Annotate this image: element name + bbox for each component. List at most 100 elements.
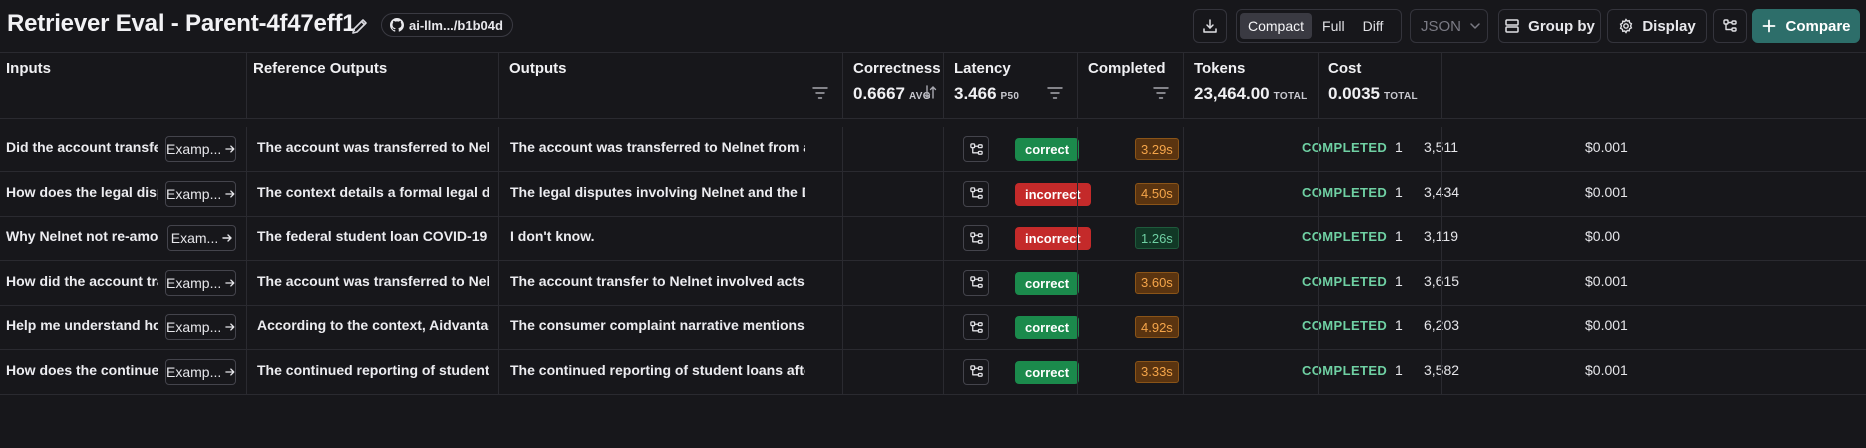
filter-icon[interactable]	[1153, 86, 1169, 100]
example-label: Examp...	[166, 141, 222, 157]
example-button[interactable]: Examp...	[165, 358, 236, 385]
output-cell[interactable]: The account was transferred to Nelnet fr…	[499, 127, 843, 171]
reference-output-cell[interactable]: The context details a formal legal dispu…	[247, 171, 499, 216]
latency-cell[interactable]	[944, 127, 1078, 171]
table-row[interactable]: Why Nelnet not re-amorti... Exam... The …	[0, 216, 1866, 261]
example-button[interactable]: Examp...	[165, 180, 236, 207]
correctness-avg: 0.6667 AVG	[853, 84, 931, 103]
output-cell[interactable]: The consumer complaint narrative mention…	[499, 305, 843, 349]
correctness-cell[interactable]	[843, 171, 944, 216]
correctness-cell[interactable]	[843, 260, 944, 305]
chevron-down-icon	[1470, 23, 1480, 29]
output-text: The account transfer to Nelnet involved …	[510, 272, 805, 289]
completed-cell[interactable]	[1078, 260, 1184, 305]
latency-cell[interactable]	[944, 171, 1078, 216]
column-header-latency[interactable]: Latency 3.466 P50	[944, 53, 1078, 119]
latency-cell[interactable]	[944, 216, 1078, 260]
view-mode-diff[interactable]: Diff	[1355, 13, 1392, 39]
display-label: Display	[1642, 17, 1696, 35]
column-label: Inputs	[6, 60, 51, 77]
cost-cell[interactable]	[1319, 171, 1442, 216]
correctness-cell[interactable]	[843, 349, 944, 394]
pencil-icon[interactable]	[350, 16, 370, 36]
column-header-reference-outputs[interactable]: Reference Outputs	[247, 53, 499, 119]
example-button[interactable]: Exam...	[167, 225, 236, 251]
filter-icon[interactable]	[812, 86, 828, 100]
arrow-right-icon	[222, 234, 232, 242]
correctness-cell[interactable]	[843, 216, 944, 260]
filter-icon[interactable]	[1047, 86, 1063, 100]
input-cell[interactable]: How does the legal dispu... Examp...	[0, 171, 247, 216]
download-button[interactable]	[1193, 9, 1227, 43]
completed-cell[interactable]	[1078, 349, 1184, 394]
column-header-completed[interactable]: Completed	[1078, 53, 1184, 119]
input-cell[interactable]: How does the continued ... Examp...	[0, 349, 247, 394]
table-row[interactable]: Did the account transfer ... Examp... Th…	[0, 127, 1866, 172]
completed-cell[interactable]	[1078, 127, 1184, 171]
cost-cell[interactable]	[1319, 260, 1442, 305]
latency-cell[interactable]	[944, 305, 1078, 349]
reference-output-cell[interactable]: The federal student loan COVID-19 forbea	[247, 216, 499, 260]
arrow-right-icon	[225, 189, 235, 198]
group-by-button[interactable]: Group by	[1498, 9, 1601, 43]
example-button[interactable]: Examp...	[165, 269, 236, 296]
table-row[interactable]: How does the continued ... Examp... The …	[0, 349, 1866, 395]
input-cell[interactable]: Why Nelnet not re-amorti... Exam...	[0, 216, 247, 260]
table-row[interactable]: How does the legal dispu... Examp... The…	[0, 171, 1866, 217]
column-header-correctness[interactable]: Correctness 0.6667 AVG	[843, 53, 944, 119]
column-header-cost[interactable]: Cost 0.0035 TOTAL	[1319, 53, 1442, 119]
input-text: Why Nelnet not re-amorti...	[6, 228, 158, 244]
cost-cell[interactable]	[1319, 305, 1442, 349]
cost-cell[interactable]	[1319, 349, 1442, 394]
compare-button[interactable]: Compare	[1752, 9, 1860, 43]
reference-output-cell[interactable]: The account was transferred to Nelnet fr…	[247, 127, 499, 171]
completed-cell[interactable]	[1078, 216, 1184, 260]
output-cell[interactable]: The legal disputes involving Nelnet and …	[499, 171, 843, 216]
table-header: Inputs Reference Outputs Outputs Correct…	[0, 52, 1866, 119]
column-label: Reference Outputs	[253, 60, 388, 77]
cost-value: $0.001	[1585, 361, 1628, 378]
plus-icon	[1763, 19, 1776, 33]
correctness-cell[interactable]	[843, 305, 944, 349]
table-row[interactable]: How did the account tran... Examp... The…	[0, 260, 1866, 306]
output-cell[interactable]: I don't know.	[499, 216, 843, 260]
view-mode-full[interactable]: Full	[1314, 13, 1353, 39]
correctness-cell[interactable]	[843, 127, 944, 171]
cost-cell[interactable]	[1319, 216, 1442, 260]
tokens-cell[interactable]	[1184, 349, 1319, 394]
tokens-cell[interactable]	[1184, 127, 1319, 171]
reference-output-cell[interactable]: The continued reporting of student loans	[247, 349, 499, 394]
table-row[interactable]: Help me understand how... Examp... Accor…	[0, 305, 1866, 350]
completed-cell[interactable]	[1078, 305, 1184, 349]
sort-icon[interactable]	[923, 84, 937, 100]
display-button[interactable]: Display	[1607, 9, 1707, 43]
column-header-tokens[interactable]: Tokens 23,464.00 TOTAL	[1184, 53, 1319, 119]
trace-view-button[interactable]	[1713, 9, 1747, 43]
column-header-inputs[interactable]: Inputs	[0, 53, 247, 119]
example-label: Examp...	[166, 319, 222, 335]
column-header-outputs[interactable]: Outputs	[499, 53, 843, 119]
cost-cell[interactable]	[1319, 127, 1442, 171]
column-label: Latency	[954, 60, 1011, 77]
arrow-right-icon	[225, 367, 235, 376]
example-button[interactable]: Examp...	[165, 314, 236, 340]
input-cell[interactable]: Help me understand how... Examp...	[0, 305, 247, 349]
output-cell[interactable]: The account transfer to Nelnet involved …	[499, 260, 843, 305]
input-cell[interactable]: How did the account tran... Examp...	[0, 260, 247, 305]
output-cell[interactable]: The continued reporting of student loans…	[499, 349, 843, 394]
format-select[interactable]: JSON	[1410, 9, 1488, 43]
tokens-cell[interactable]	[1184, 260, 1319, 305]
example-button[interactable]: Examp...	[165, 136, 236, 162]
reference-output-cell[interactable]: The account was transferred to Nelnet fr…	[247, 260, 499, 305]
tokens-cell[interactable]	[1184, 171, 1319, 216]
input-cell[interactable]: Did the account transfer ... Examp...	[0, 127, 247, 171]
repo-badge[interactable]: ai-llm.../b1b04d	[381, 13, 513, 37]
view-mode-compact[interactable]: Compact	[1240, 13, 1313, 39]
completed-cell[interactable]	[1078, 171, 1184, 216]
tokens-cell[interactable]	[1184, 305, 1319, 349]
latency-cell[interactable]	[944, 260, 1078, 305]
latency-cell[interactable]	[944, 349, 1078, 394]
reference-output-cell[interactable]: According to the context, Aidvantage ass	[247, 305, 499, 349]
column-label: Correctness	[853, 60, 941, 77]
tokens-cell[interactable]	[1184, 216, 1319, 260]
